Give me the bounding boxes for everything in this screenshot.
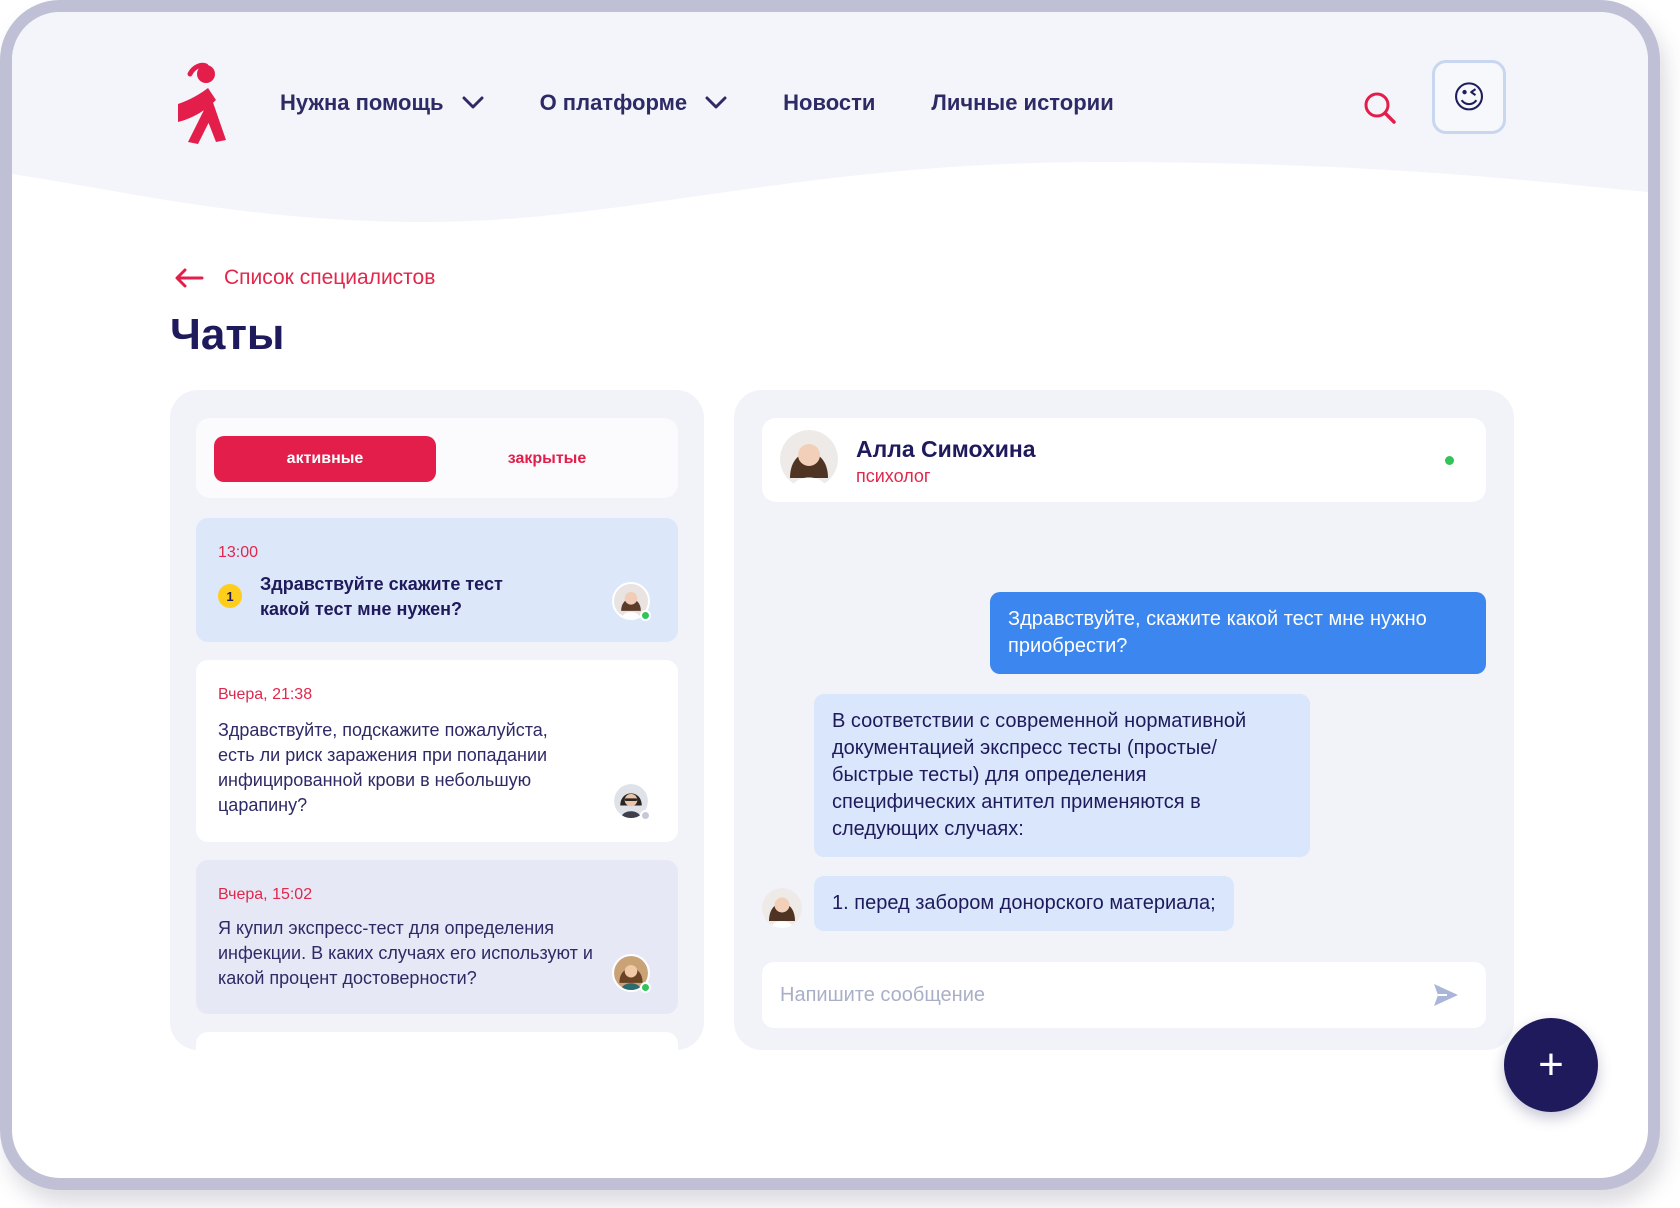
chat-list-item[interactable]: 13:00 1 Здравствуйте скажите тест какой … bbox=[196, 518, 678, 642]
chat-preview: Здравствуйте, подскажите пожалуйста, ест… bbox=[218, 720, 548, 815]
chevron-down-icon bbox=[705, 96, 727, 109]
back-link-label: Список специалистов bbox=[224, 266, 436, 289]
chat-preview: Здравствуйте скажите тест какой тест мне… bbox=[260, 574, 503, 619]
send-icon[interactable] bbox=[1432, 982, 1460, 1008]
brand-logo[interactable] bbox=[168, 60, 240, 150]
nav-item-label: Новости bbox=[783, 90, 876, 115]
conversation-header: Алла Симохина психолог bbox=[762, 418, 1486, 502]
wink-emoji-icon: 😉 bbox=[1452, 79, 1486, 115]
chevron-down-icon bbox=[462, 96, 484, 109]
tab-closed[interactable]: закрытые bbox=[436, 436, 658, 482]
chat-time: Вчера, 21:38 bbox=[218, 686, 313, 703]
header-background bbox=[12, 12, 1648, 222]
contact-name: Алла Симохина bbox=[856, 436, 1036, 462]
message-input[interactable] bbox=[780, 976, 1400, 1014]
conversation-panel: Алла Симохина психолог Здравствуйте, ска… bbox=[734, 390, 1514, 1050]
online-status-dot bbox=[640, 610, 651, 621]
chat-time: Вчера, 15:02 bbox=[218, 886, 313, 903]
message-composer bbox=[762, 962, 1486, 1028]
page-title: Чаты bbox=[170, 310, 285, 359]
contact-avatar-small bbox=[762, 888, 802, 928]
nav-item-label: Личные истории bbox=[931, 90, 1114, 115]
nav-item-personal-stories[interactable]: Личные истории bbox=[931, 90, 1113, 116]
nav-item-news[interactable]: Новости bbox=[783, 90, 875, 116]
main-nav: Нужна помощь О платформе Новости Личные … bbox=[280, 90, 1170, 116]
contact-role: психолог bbox=[856, 466, 931, 486]
profile-button[interactable]: 😉 bbox=[1432, 60, 1506, 134]
chat-list-item[interactable]: Вчера, 15:02 Я купил экспресс-тест для о… bbox=[196, 860, 678, 1014]
arrow-left-icon bbox=[175, 268, 204, 288]
chat-tabs: активные закрытые bbox=[196, 418, 678, 498]
chat-time: 13:00 bbox=[218, 544, 259, 561]
tab-active[interactable]: активные bbox=[214, 436, 436, 482]
contact-avatar bbox=[780, 430, 838, 488]
message-outgoing: Здравствуйте, скажите какой тест мне нуж… bbox=[990, 592, 1486, 674]
chat-preview: Я купил экспресс-тест для определения ин… bbox=[218, 918, 593, 988]
app-window: Нужна помощь О платформе Новости Личные … bbox=[0, 0, 1660, 1190]
search-icon[interactable] bbox=[1362, 90, 1398, 126]
message-incoming: В соответствии с современной нормативной… bbox=[814, 694, 1310, 857]
online-status-dot bbox=[640, 982, 651, 993]
nav-item-about-platform[interactable]: О платформе bbox=[540, 90, 728, 116]
back-to-specialists-link[interactable]: Список специалистов bbox=[174, 266, 435, 290]
nav-item-need-help[interactable]: Нужна помощь bbox=[280, 90, 484, 116]
message-incoming: 1. перед забором донорского материала; bbox=[814, 876, 1234, 931]
offline-status-dot bbox=[640, 810, 651, 821]
chat-list-item[interactable] bbox=[196, 1032, 678, 1050]
chat-list-panel: активные закрытые 13:00 1 Здравствуйте с… bbox=[170, 390, 704, 1050]
nav-item-label: Нужна помощь bbox=[280, 90, 444, 115]
nav-item-label: О платформе bbox=[539, 90, 688, 115]
online-status-dot bbox=[1445, 456, 1454, 465]
chat-list-item[interactable]: Вчера, 21:38 Здравствуйте, подскажите по… bbox=[196, 660, 678, 842]
new-chat-button[interactable]: + bbox=[1504, 1018, 1598, 1112]
unread-badge: 1 bbox=[218, 584, 242, 608]
